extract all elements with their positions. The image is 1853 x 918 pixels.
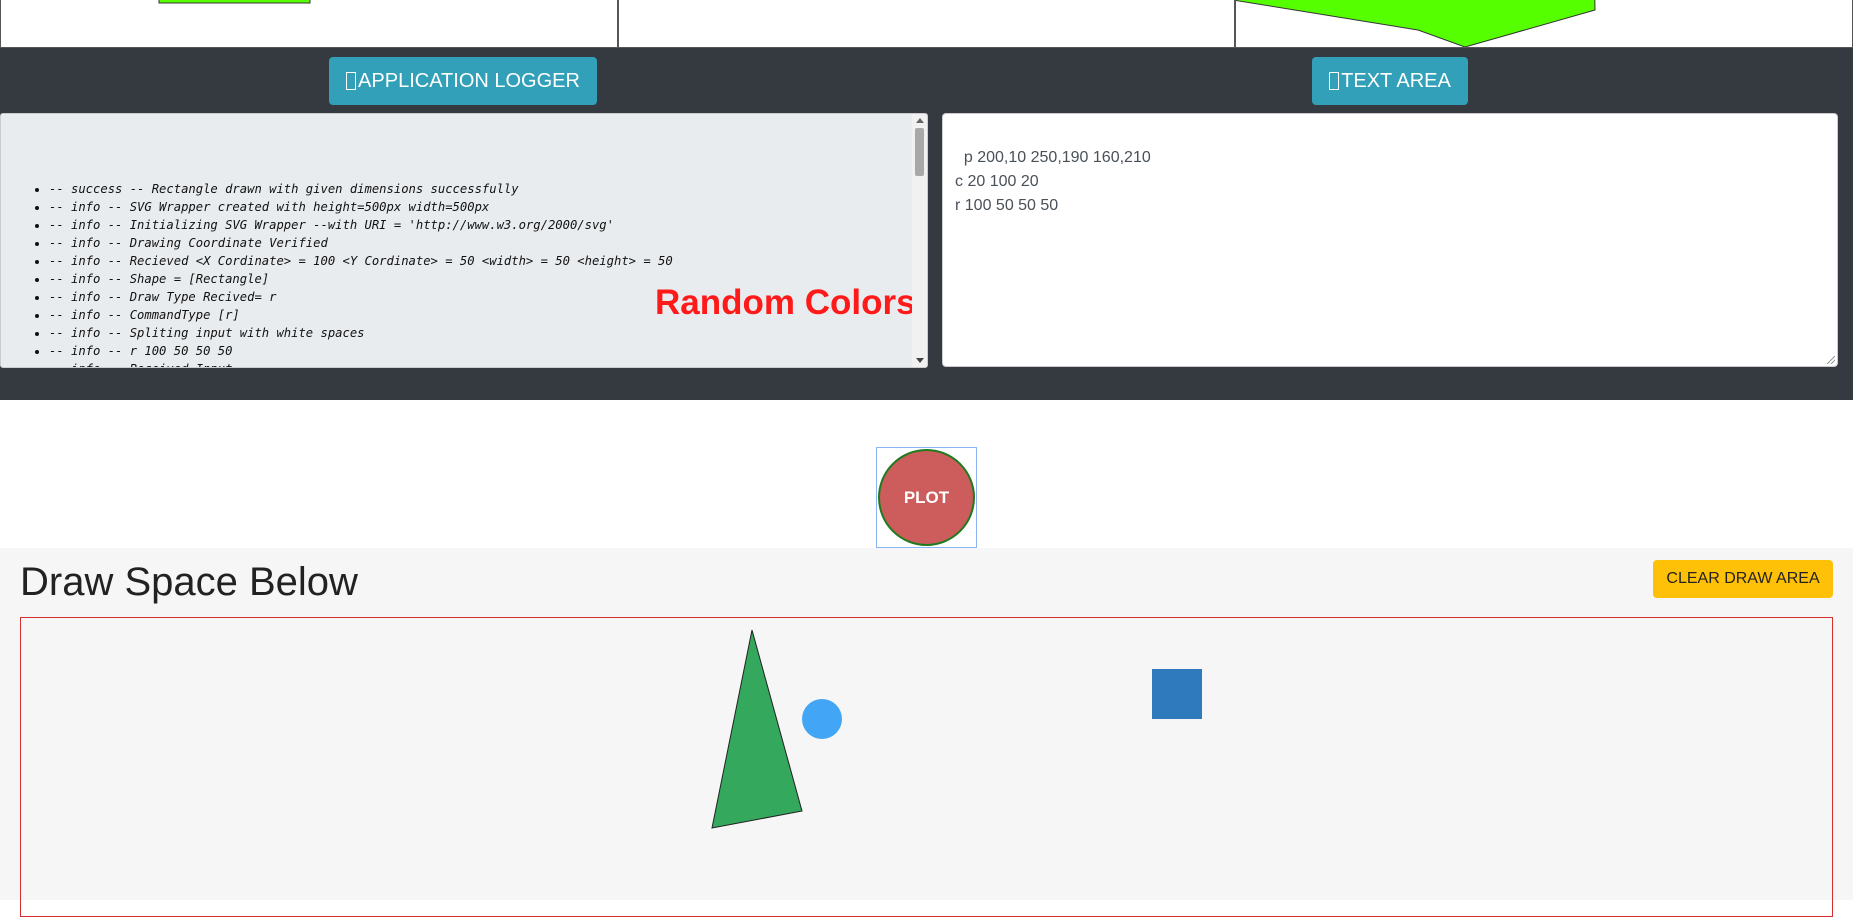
scroll-down-icon[interactable]	[916, 358, 924, 363]
drawn-triangle	[711, 629, 803, 829]
logger-icon	[346, 72, 357, 90]
plot-label: PLOT	[903, 487, 950, 507]
application-logger-panel[interactable]: -- success -- Rectangle drawn with given…	[0, 113, 928, 368]
clear-draw-area-label: CLEAR DRAW AREA	[1666, 570, 1820, 587]
drawn-square	[1152, 669, 1202, 719]
command-textarea-value: p 200,10 250,190 160,210 c 20 100 20 r 1…	[955, 149, 1151, 214]
preview-box-rectangle	[0, 0, 618, 48]
text-area-button[interactable]: TEXT AREA	[1312, 57, 1468, 105]
log-list: -- success -- Rectangle drawn with given…	[1, 180, 673, 367]
application-logger-label: APPLICATION LOGGER	[358, 69, 580, 92]
resize-handle-icon[interactable]	[1827, 356, 1835, 364]
text-area-icon	[1329, 72, 1340, 90]
log-entry: -- success -- Rectangle drawn with given…	[49, 180, 673, 198]
draw-canvas	[711, 629, 1202, 829]
log-entry: -- info -- Recieved <X Cordinate> = 100 …	[49, 252, 673, 270]
preview-rectangle-canvas	[158, 0, 311, 4]
draw-space-title: Draw Space Below	[20, 560, 358, 604]
random-colors-label: Random Colors	[655, 283, 916, 322]
draw-area[interactable]	[20, 617, 1833, 917]
log-entry: -- info -- Drawing Coordinate Verified	[49, 234, 673, 252]
preview-polygon-canvas	[1236, 0, 1596, 47]
command-textarea[interactable]: p 200,10 250,190 160,210 c 20 100 20 r 1…	[942, 113, 1838, 367]
plot-button[interactable]: PLOT	[878, 449, 975, 546]
log-entry: -- info -- Received Input	[49, 360, 673, 367]
scrollbar-thumb[interactable]	[915, 128, 924, 176]
preview-box-circle	[618, 0, 1235, 48]
preview-box-polygon	[1235, 0, 1853, 48]
text-area-label: TEXT AREA	[1341, 69, 1451, 92]
scroll-up-icon[interactable]	[916, 118, 924, 123]
preview-polygon-shape	[1236, 0, 1596, 47]
logger-scrollbar[interactable]	[912, 114, 927, 367]
log-entry: -- info -- r 100 50 50 50	[49, 342, 673, 360]
log-entry: -- info -- CommandType [r]	[49, 306, 673, 324]
log-entry: -- info -- Shape = [Rectangle]	[49, 270, 673, 288]
log-entry: -- info -- Draw Type Recived= r	[49, 288, 673, 306]
clear-draw-area-button[interactable]: CLEAR DRAW AREA	[1653, 560, 1833, 598]
draw-section: Draw Space Below CLEAR DRAW AREA	[0, 548, 1853, 917]
preview-rectangle-shape	[158, 0, 311, 4]
log-entry: -- info -- SVG Wrapper created with heig…	[49, 198, 673, 216]
log-entry: -- info -- Initializing SVG Wrapper --wi…	[49, 216, 673, 234]
application-logger-button[interactable]: APPLICATION LOGGER	[329, 57, 597, 105]
plot-focus-ring: PLOT	[876, 447, 977, 548]
log-entry: -- info -- Spliting input with white spa…	[49, 324, 673, 342]
drawn-circle	[802, 699, 842, 739]
preview-strip	[0, 0, 1853, 49]
